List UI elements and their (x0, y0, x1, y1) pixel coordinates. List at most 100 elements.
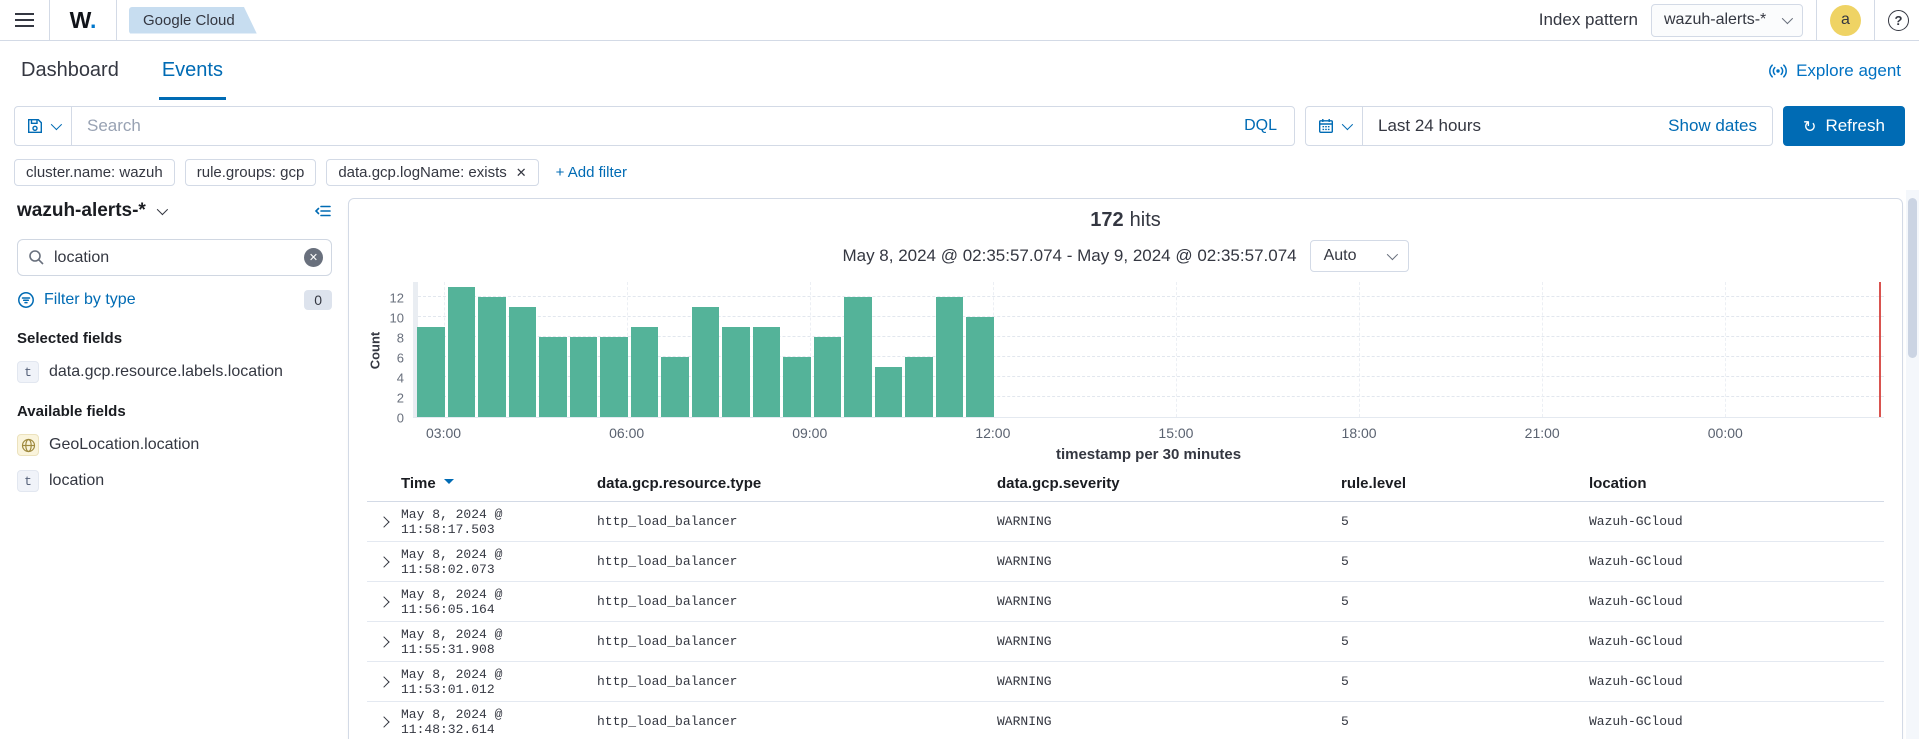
collapse-sidebar-button[interactable] (314, 203, 332, 219)
histogram-bar[interactable] (814, 337, 842, 417)
histogram-bar[interactable] (875, 367, 903, 417)
time-range-text[interactable]: Last 24 hours (1363, 116, 1668, 136)
table-row[interactable]: May 8, 2024 @ 11:56:05.164http_load_bala… (367, 582, 1884, 622)
table-row[interactable]: May 8, 2024 @ 11:58:02.073http_load_bala… (367, 542, 1884, 582)
add-filter-link[interactable]: + Add filter (556, 164, 627, 181)
x-axis-label: timestamp per 30 minutes (413, 446, 1884, 463)
refresh-button[interactable]: ↻ Refresh (1783, 106, 1905, 146)
hamburger-menu-icon[interactable] (0, 0, 49, 40)
cell-time: May 8, 2024 @ 11:48:32.614 (401, 707, 597, 737)
cell-severity: WARNING (997, 554, 1341, 569)
show-dates-link[interactable]: Show dates (1668, 116, 1772, 136)
column-header-time[interactable]: Time (401, 475, 597, 492)
histogram-bar[interactable] (844, 297, 872, 417)
scrollbar-thumb[interactable] (1908, 198, 1917, 358)
tab-events[interactable]: Events (159, 41, 226, 100)
filter-bar: cluster.name: wazuh rule.groups: gcp data.… (14, 159, 1905, 186)
histogram-bar[interactable] (417, 327, 445, 417)
cell-rule_level: 5 (1341, 594, 1589, 609)
histogram-bar[interactable] (661, 357, 689, 417)
histogram-bar[interactable] (936, 297, 964, 417)
query-bar: DQL Last 24 hours Show dates ↻ Refresh (14, 106, 1905, 146)
events-table: Timedata.gcp.resource.typedata.gcp.sever… (367, 475, 1884, 739)
help-icon[interactable]: ? (1888, 10, 1909, 31)
wazuh-logo[interactable]: W. (50, 7, 116, 34)
histogram-bar[interactable] (631, 327, 659, 417)
table-row[interactable]: May 8, 2024 @ 11:58:17.503http_load_bala… (367, 502, 1884, 542)
x-tick-label: 09:00 (792, 425, 827, 441)
interval-select[interactable]: Auto (1310, 240, 1409, 272)
menu-left-icon (314, 203, 332, 219)
cell-time: May 8, 2024 @ 11:55:31.908 (401, 627, 597, 657)
index-pattern-label: Index pattern (1539, 10, 1638, 30)
expand-row-button[interactable] (367, 598, 401, 606)
tab-dashboard[interactable]: Dashboard (18, 41, 122, 100)
now-line (1879, 282, 1881, 417)
divider (1874, 0, 1875, 40)
expand-row-button[interactable] (367, 678, 401, 686)
chevron-down-icon (1782, 13, 1793, 24)
content: wazuh-alerts-* ✕ Filter by type 0 Select… (0, 198, 1919, 739)
scrollbar[interactable] (1906, 190, 1919, 739)
histogram-bar[interactable] (966, 317, 994, 417)
filter-pill[interactable]: cluster.name: wazuh (14, 159, 175, 186)
expand-row-button[interactable] (367, 638, 401, 646)
y-axis-label: Count (367, 282, 383, 418)
filter-by-type-button[interactable]: Filter by type 0 (17, 290, 332, 310)
divider (116, 0, 117, 40)
histogram-bar[interactable] (448, 287, 476, 417)
histogram-bar[interactable] (905, 357, 933, 417)
expand-row-button[interactable] (367, 558, 401, 566)
histogram-bar[interactable] (722, 327, 750, 417)
table-row[interactable]: May 8, 2024 @ 11:48:32.614http_load_bala… (367, 702, 1884, 739)
explore-agent-link[interactable]: Explore agent (1768, 61, 1901, 81)
index-pattern-title[interactable]: wazuh-alerts-* (17, 200, 146, 222)
expand-row-button[interactable] (367, 718, 401, 726)
field-item[interactable]: GeoLocation.location (17, 434, 332, 456)
y-tick-label: 6 (397, 351, 404, 366)
cell-severity: WARNING (997, 634, 1341, 649)
quick-select-button[interactable] (1306, 107, 1363, 145)
field-type-token: t (17, 361, 39, 383)
histogram-bar[interactable] (600, 337, 628, 417)
histogram-bar[interactable] (539, 337, 567, 417)
field-item[interactable]: tlocation (17, 470, 332, 492)
cell-location: Wazuh-GCloud (1589, 514, 1884, 529)
cell-severity: WARNING (997, 674, 1341, 689)
filter-pill[interactable]: rule.groups: gcp (185, 159, 317, 186)
column-header-data-gcp-severity[interactable]: data.gcp.severity (997, 475, 1341, 492)
expand-row-button[interactable] (367, 518, 401, 526)
histogram-bar[interactable] (783, 357, 811, 417)
column-header-location[interactable]: location (1589, 475, 1884, 492)
table-row[interactable]: May 8, 2024 @ 11:55:31.908http_load_bala… (367, 622, 1884, 662)
sort-desc-icon[interactable] (444, 479, 454, 489)
histogram-bar[interactable] (692, 307, 720, 417)
column-header-rule-level[interactable]: rule.level (1341, 475, 1589, 492)
remove-filter-icon[interactable]: ✕ (516, 166, 527, 179)
dql-button[interactable]: DQL (1227, 117, 1294, 135)
histogram-bar[interactable] (570, 337, 598, 417)
filter-icon (17, 291, 35, 309)
cell-location: Wazuh-GCloud (1589, 634, 1884, 649)
field-search-input[interactable] (17, 239, 332, 276)
calendar-icon (1318, 118, 1334, 134)
available-fields-heading: Available fields (17, 403, 332, 420)
chevron-right-icon (378, 596, 389, 607)
chevron-right-icon (378, 716, 389, 727)
user-avatar[interactable]: a (1830, 5, 1861, 36)
clear-search-icon[interactable]: ✕ (304, 248, 323, 267)
x-tick-label: 21:00 (1525, 425, 1560, 441)
save-query-button[interactable] (15, 107, 72, 145)
histogram-bar[interactable] (509, 307, 537, 417)
histogram-bar[interactable] (753, 327, 781, 417)
breadcrumb[interactable]: Google Cloud (129, 7, 257, 34)
search-input[interactable] (72, 116, 1227, 136)
histogram-bar[interactable] (478, 297, 506, 417)
field-item[interactable]: tdata.gcp.resource.labels.location (17, 361, 332, 383)
column-header-data-gcp-resource-type[interactable]: data.gcp.resource.type (597, 475, 997, 492)
filter-pill[interactable]: data.gcp.logName: exists✕ (326, 159, 538, 186)
index-pattern-select[interactable]: wazuh-alerts-* (1651, 4, 1803, 37)
y-axis: 024681012 (383, 282, 413, 418)
table-row[interactable]: May 8, 2024 @ 11:53:01.012http_load_bala… (367, 662, 1884, 702)
cell-severity: WARNING (997, 514, 1341, 529)
